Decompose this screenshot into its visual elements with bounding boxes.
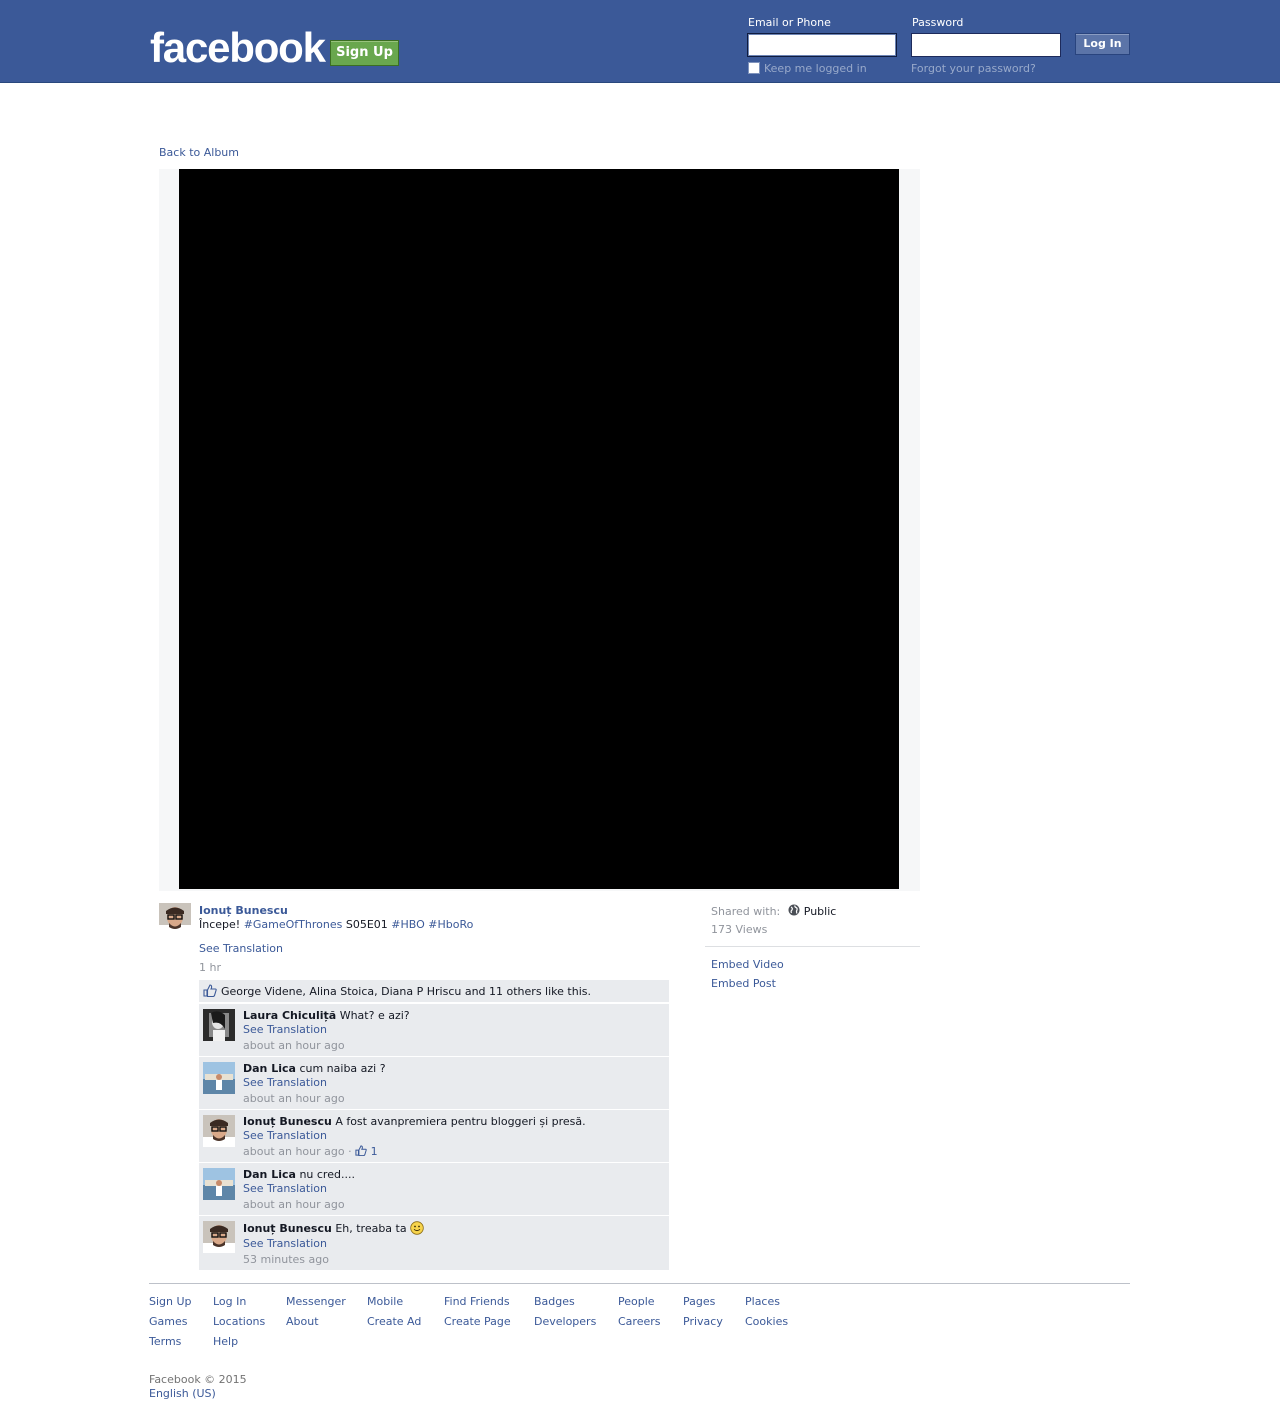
- footer-link-create-ad[interactable]: Create Ad: [367, 1315, 421, 1328]
- footer-link-games[interactable]: Games: [149, 1315, 187, 1328]
- footer-link-badges[interactable]: Badges: [534, 1295, 575, 1308]
- back-to-album-link[interactable]: Back to Album: [159, 146, 239, 159]
- embed-video-link[interactable]: Embed Video: [711, 958, 784, 971]
- comment-text: Eh, treaba ta: [335, 1222, 407, 1235]
- post-see-translation[interactable]: See Translation: [199, 942, 283, 955]
- footer-link-locations[interactable]: Locations: [213, 1315, 265, 1328]
- comment-see-translation[interactable]: See Translation: [243, 1076, 327, 1089]
- footer-link-terms[interactable]: Terms: [149, 1335, 181, 1348]
- post-author-name[interactable]: Ionuț Bunescu: [199, 904, 288, 917]
- footer-link-developers[interactable]: Developers: [534, 1315, 596, 1328]
- view-count: 173 Views: [711, 923, 768, 936]
- footer-link-create-page[interactable]: Create Page: [444, 1315, 511, 1328]
- password-label: Password: [912, 16, 964, 29]
- footer-link-find-friends[interactable]: Find Friends: [444, 1295, 510, 1308]
- comment-item: Laura Chiculiță What? e azi? See Transla…: [199, 1004, 669, 1056]
- privacy-public[interactable]: Public: [804, 905, 837, 918]
- footer-link-about[interactable]: About: [286, 1315, 319, 1328]
- thumbs-up-icon: [203, 984, 217, 1000]
- hashtag-hbo[interactable]: #HBO: [391, 918, 425, 931]
- footer-divider: [149, 1283, 1130, 1284]
- comment-author[interactable]: Dan Lica: [243, 1168, 296, 1181]
- video-player[interactable]: [179, 169, 899, 889]
- keep-logged-in-label[interactable]: Keep me logged in: [764, 62, 867, 75]
- comment-item: Dan Lica nu cred.... See Translation abo…: [199, 1163, 669, 1215]
- email-label: Email or Phone: [748, 16, 831, 29]
- comment-see-translation[interactable]: See Translation: [243, 1023, 327, 1036]
- comment-item: Ionuț Bunescu A fost avanpremiera pentru…: [199, 1110, 669, 1162]
- comment-like-count[interactable]: 1: [371, 1145, 378, 1158]
- language-selector[interactable]: English (US): [149, 1387, 216, 1400]
- post-timestamp[interactable]: 1 hr: [199, 961, 221, 974]
- hashtag-hboro[interactable]: #HboRo: [428, 918, 473, 931]
- comment-author[interactable]: Ionuț Bunescu: [243, 1115, 332, 1128]
- embed-post-link[interactable]: Embed Post: [711, 977, 776, 990]
- commenter-avatar[interactable]: [203, 1221, 235, 1253]
- post-text: Începe! #GameOfThrones S05E01 #HBO #HboR…: [199, 918, 474, 931]
- comment-timestamp[interactable]: about an hour ago: [243, 1145, 345, 1158]
- comment-see-translation[interactable]: See Translation: [243, 1182, 327, 1195]
- comment-timestamp[interactable]: about an hour ago: [243, 1198, 345, 1211]
- footer-link-sign-up[interactable]: Sign Up: [149, 1295, 192, 1308]
- commenter-avatar[interactable]: [203, 1168, 235, 1200]
- commenter-avatar[interactable]: [203, 1115, 235, 1147]
- likes-text[interactable]: George Videne, Alina Stoica, Diana P Hri…: [221, 985, 591, 998]
- comment-text: A fost avanpremiera pentru bloggeri și p…: [335, 1115, 586, 1128]
- footer-link-people[interactable]: People: [618, 1295, 655, 1308]
- comment-author[interactable]: Dan Lica: [243, 1062, 296, 1075]
- comment-author[interactable]: Laura Chiculiță: [243, 1009, 336, 1022]
- footer-link-help[interactable]: Help: [213, 1335, 238, 1348]
- footer-link-mobile[interactable]: Mobile: [367, 1295, 403, 1308]
- comment-timestamp[interactable]: 53 minutes ago: [243, 1253, 329, 1266]
- smiley-icon: [410, 1221, 424, 1235]
- likes-summary: George Videne, Alina Stoica, Diana P Hri…: [199, 980, 669, 1003]
- comment-item: Dan Lica cum naiba azi ? See Translation…: [199, 1057, 669, 1109]
- sign-up-button[interactable]: Sign Up: [330, 40, 399, 66]
- comment-see-translation[interactable]: See Translation: [243, 1129, 327, 1142]
- comment-text: nu cred....: [299, 1168, 355, 1181]
- commenter-avatar[interactable]: [203, 1009, 235, 1041]
- password-field[interactable]: [911, 33, 1061, 57]
- log-in-button[interactable]: Log In: [1075, 33, 1130, 55]
- comment-timestamp[interactable]: about an hour ago: [243, 1039, 345, 1052]
- hashtag-gameofthrones[interactable]: #GameOfThrones: [244, 918, 343, 931]
- footer-link-log-in[interactable]: Log In: [213, 1295, 246, 1308]
- footer-link-pages[interactable]: Pages: [683, 1295, 715, 1308]
- comment-item: Ionuț Bunescu Eh, treaba ta See Translat…: [199, 1216, 669, 1270]
- copyright: Facebook © 2015: [149, 1373, 247, 1386]
- sidebar-divider: [705, 946, 920, 947]
- top-bar: facebook Sign Up Email or Phone Password…: [0, 0, 1280, 83]
- comment-text: cum naiba azi ?: [299, 1062, 386, 1075]
- footer-link-cookies[interactable]: Cookies: [745, 1315, 788, 1328]
- comment-see-translation[interactable]: See Translation: [243, 1237, 327, 1250]
- footer-link-careers[interactable]: Careers: [618, 1315, 661, 1328]
- keep-logged-in-checkbox[interactable]: [748, 62, 760, 74]
- commenter-avatar[interactable]: [203, 1062, 235, 1094]
- comment-text: What? e azi?: [339, 1009, 410, 1022]
- comment-author[interactable]: Ionuț Bunescu: [243, 1222, 332, 1235]
- globe-icon: [784, 904, 800, 918]
- forgot-password-link[interactable]: Forgot your password?: [911, 62, 1036, 75]
- author-avatar[interactable]: [159, 903, 191, 935]
- email-field[interactable]: [747, 33, 897, 57]
- comment-timestamp[interactable]: about an hour ago: [243, 1092, 345, 1105]
- facebook-logo[interactable]: facebook: [150, 22, 326, 74]
- footer-link-messenger[interactable]: Messenger: [286, 1295, 346, 1308]
- footer-link-privacy[interactable]: Privacy: [683, 1315, 723, 1328]
- comment-like-icon[interactable]: [355, 1145, 367, 1158]
- shared-with: Shared with: Public: [711, 904, 837, 918]
- footer-link-places[interactable]: Places: [745, 1295, 780, 1308]
